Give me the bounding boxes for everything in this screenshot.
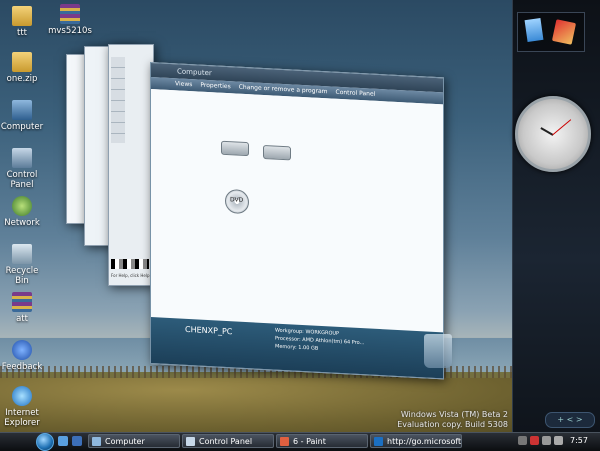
desktop-icon-label: att xyxy=(16,314,28,324)
memory-text: Memory: 1.00 GB xyxy=(275,343,319,352)
watermark-line-1: Windows Vista (TM) Beta 2 xyxy=(400,410,508,419)
tools-icon xyxy=(551,19,577,45)
desktop-icon-label: Control Panel xyxy=(6,170,38,190)
desktop-icon-mvs5210s[interactable]: mvs5210s xyxy=(46,4,94,36)
taskbar-button-control-panel[interactable]: Control Panel xyxy=(182,434,274,448)
toolbar-views-button[interactable]: Views xyxy=(175,78,192,91)
start-button[interactable] xyxy=(36,433,54,451)
desktop-icon-recycle-bin[interactable]: Recycle Bin xyxy=(0,244,46,286)
zip-folder-icon xyxy=(12,52,32,72)
security-tray-icon[interactable] xyxy=(530,436,539,445)
desktop-icon-label: one.zip xyxy=(6,74,38,84)
quick-launch-desktop-icon[interactable] xyxy=(58,436,68,446)
display-tray-icon[interactable] xyxy=(542,436,551,445)
slideshow-gadget[interactable] xyxy=(517,12,585,52)
desktop-icon-label: Feedback xyxy=(1,362,43,372)
watermark-line-2: Evaluation copy. Build 5308 xyxy=(397,420,508,429)
paint-palette[interactable] xyxy=(111,259,149,269)
internet-explorer-icon xyxy=(12,386,32,406)
folder-icon xyxy=(12,6,32,26)
computer-icon xyxy=(92,437,101,446)
desktop-icon-one-zip[interactable]: one.zip xyxy=(0,52,46,84)
desktop-icon-att[interactable]: att xyxy=(0,292,46,324)
desktop-icon-control-panel[interactable]: Control Panel xyxy=(0,148,46,190)
system-tray: 7:57 xyxy=(510,434,598,448)
desktop-icon-feedback[interactable]: Feedback xyxy=(0,340,46,372)
taskbar-button-paint[interactable]: 6 - Paint xyxy=(276,434,368,448)
desktop-icon-label: mvs5210s xyxy=(48,26,92,36)
control-panel-icon xyxy=(186,437,195,446)
taskbar-button-label: Control Panel xyxy=(199,437,253,446)
desktop-icon-label: Network xyxy=(4,218,40,228)
window-paint[interactable]: For Help, click Help Topics xyxy=(108,44,154,286)
taskbar-button-internet-explorer[interactable]: http://go.microsoft.c... xyxy=(370,434,462,448)
clock-second-hand xyxy=(552,119,572,136)
volume-icon[interactable] xyxy=(554,436,563,445)
dvd-label: DVD xyxy=(230,196,244,204)
network-icon xyxy=(12,196,32,216)
paint-icon xyxy=(280,437,289,446)
notes-icon xyxy=(524,17,544,43)
desktop-icon-internet-explorer[interactable]: Internet Explorer xyxy=(0,386,46,428)
desktop-icon-network[interactable]: Network xyxy=(0,196,46,228)
recycle-bin-preview-icon xyxy=(424,334,452,368)
taskbar-button-computer[interactable]: Computer xyxy=(88,434,180,448)
control-panel-icon xyxy=(12,148,32,168)
desktop-icon-label: Recycle Bin xyxy=(5,266,39,286)
sidebar-controls[interactable]: + < > xyxy=(545,412,595,428)
wallpaper-dune xyxy=(0,378,600,432)
clock-gadget[interactable] xyxy=(515,96,591,172)
archive-icon xyxy=(12,292,32,312)
desktop-icon-computer[interactable]: Computer xyxy=(0,100,46,132)
paint-toolbox[interactable] xyxy=(111,57,125,143)
hard-drive-icon[interactable] xyxy=(263,144,291,161)
taskbar-button-label: http://go.microsoft.c... xyxy=(387,437,462,446)
archive-icon xyxy=(60,4,80,24)
window-title: Computer xyxy=(177,67,212,78)
help-icon xyxy=(12,340,32,360)
computer-window[interactable]: Computer Views Properties Change or remo… xyxy=(150,62,444,380)
internet-explorer-icon xyxy=(374,437,383,446)
desktop-icon-label: Computer xyxy=(0,122,44,132)
taskbar-button-label: 6 - Paint xyxy=(293,437,326,446)
quick-launch-switch-icon[interactable] xyxy=(72,436,82,446)
taskbar-button-label: Computer xyxy=(105,437,145,446)
computer-name: CHENXP_PC xyxy=(185,324,233,337)
hard-drive-icon[interactable] xyxy=(221,140,249,157)
desktop-icon-label: ttt xyxy=(17,28,27,38)
desktop-icon-ttt[interactable]: ttt xyxy=(0,6,46,38)
sidebar xyxy=(512,0,600,432)
window-content: DVD xyxy=(151,89,443,333)
recycle-bin-icon xyxy=(12,244,32,264)
desktop-icon-label: Internet Explorer xyxy=(4,408,40,428)
taskbar-clock[interactable]: 7:57 xyxy=(570,434,588,448)
paint-status-text: For Help, click Help Topics xyxy=(111,273,151,278)
computer-icon xyxy=(12,100,32,120)
network-tray-icon[interactable] xyxy=(518,436,527,445)
build-watermark: Windows Vista (TM) Beta 2 Evaluation cop… xyxy=(397,410,508,430)
